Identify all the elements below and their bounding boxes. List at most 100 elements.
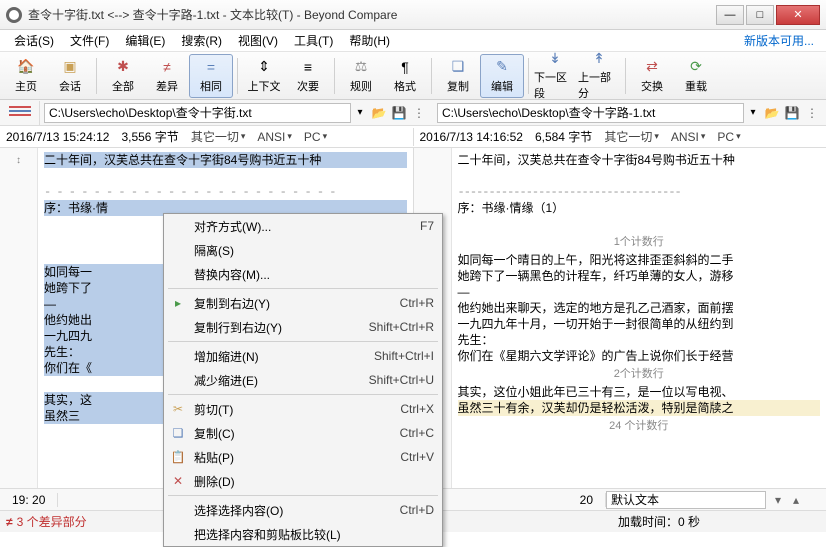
tool-minor[interactable]: ≡ 次要 [286, 54, 330, 98]
menu-help[interactable]: 帮助(H) [341, 30, 398, 51]
tool-next-section[interactable]: ↡下一区段 [533, 54, 577, 98]
compare-tab[interactable] [0, 101, 40, 125]
section-label: 1个计数行 [458, 232, 821, 252]
left-ansi-drop[interactable]: ANSI [257, 130, 292, 144]
cm-label: 复制到右边(Y) [194, 295, 270, 312]
menu-view[interactable]: 视图(V) [230, 30, 286, 51]
tool-same[interactable]: =相同 [189, 54, 233, 98]
menu-file[interactable]: 文件(F) [62, 30, 117, 51]
pathbar: C:\Users\echo\Desktop\查令十字街.txt ▾ 📂 💾 ⋮ … [0, 100, 826, 126]
window-title: 查令十字街.txt <--> 查令十字路-1.txt - 文本比较(T) - B… [28, 6, 716, 23]
tool-prev-section[interactable]: ↟上一部分 [577, 54, 621, 98]
tool-swap-label: 交换 [641, 78, 663, 94]
line: 二十年间，汉芙总共在查令十字街84号购书近五十种 [458, 152, 821, 168]
tool-same-label: 相同 [200, 78, 222, 94]
menu-search[interactable]: 搜索(R) [173, 30, 230, 51]
cm-copy[interactable]: ❏复制(C)Ctrl+C [164, 421, 442, 445]
cm-dec-indent[interactable]: 减少缩进(E)Shift+Ctrl+U [164, 368, 442, 392]
delete-icon: ✕ [170, 473, 186, 489]
tool-rules[interactable]: ⚖ 规则 [339, 54, 383, 98]
line: 序：书缘·情缘（1） [458, 200, 821, 216]
close-button[interactable]: ✕ [776, 5, 820, 25]
all-icon: ✱ [114, 58, 132, 76]
menu-edit[interactable]: 编辑(E) [117, 30, 173, 51]
tool-prev-label: 上一部分 [578, 69, 620, 101]
cm-copy-right[interactable]: ▸复制到右边(Y)Ctrl+R [164, 291, 442, 315]
cm-label: 替换内容(M)... [194, 266, 270, 283]
rules-icon: ⚖ [352, 58, 370, 76]
menu-session[interactable]: 会话(S) [6, 30, 62, 51]
maximize-button[interactable]: □ [746, 5, 774, 25]
cm-label: 减少缩进(E) [194, 372, 258, 389]
line: 虽然三十有余，汉芙却仍是轻松活泼，特别是简牍之 [458, 400, 821, 416]
cm-replace[interactable]: 替换内容(M)... [164, 262, 442, 286]
left-path-field[interactable]: C:\Users\echo\Desktop\查令十字街.txt [44, 103, 351, 123]
right-ansi-drop[interactable]: ANSI [671, 130, 706, 144]
next-icon: ↡ [546, 50, 564, 67]
minor-icon: ≡ [299, 58, 317, 76]
cm-select[interactable]: 选择选择内容(O)Ctrl+D [164, 498, 442, 522]
right-pc-drop[interactable]: PC [717, 130, 740, 144]
copy-icon: ❏ [449, 58, 467, 76]
right-misc-drop[interactable]: 其它一切 [604, 128, 659, 145]
window-controls: — □ ✕ [716, 5, 820, 25]
minimize-button[interactable]: — [716, 5, 744, 25]
tool-copy[interactable]: ❏复制 [436, 54, 480, 98]
open-left-icon[interactable]: 📂 [371, 105, 387, 121]
hist-right-icon[interactable]: ⋮ [804, 105, 820, 121]
nav-up-icon[interactable]: ▴ [788, 492, 804, 508]
tool-format[interactable]: ¶格式 [383, 54, 427, 98]
line: 你们在《星期六文学评论》的广告上说你们长于经营 [458, 348, 821, 364]
line: 二十年间，汉芙总共在查令十字街84号购书近五十种 [44, 152, 407, 168]
left-misc-drop[interactable]: 其它一切 [191, 128, 246, 145]
cm-label: 粘贴(P) [194, 449, 234, 466]
cm-compare-clip[interactable]: 把选择内容和剪贴板比较(L) [164, 522, 442, 546]
scissors-icon: ✂ [170, 401, 186, 417]
right-pane[interactable]: 二十年间，汉芙总共在查令十字街84号购书近五十种 ---------------… [414, 148, 826, 494]
left-cursor-pos: 19: 20 [0, 493, 58, 507]
tool-context-label: 上下文 [248, 78, 281, 94]
left-pc-drop[interactable]: PC [304, 130, 327, 144]
right-path-field[interactable]: C:\Users\echo\Desktop\查令十字路-1.txt [437, 103, 744, 123]
cm-cut[interactable]: ✂剪切(T)Ctrl+X [164, 397, 442, 421]
cm-add-indent[interactable]: 增加缩进(N)Shift+Ctrl+I [164, 344, 442, 368]
tool-edit[interactable]: ✎编辑 [480, 54, 524, 98]
tool-format-label: 格式 [394, 78, 416, 94]
tool-reload[interactable]: ⟳重载 [674, 54, 718, 98]
tool-edit-label: 编辑 [491, 78, 513, 94]
sep-line: ------------------------------------ [458, 184, 821, 200]
right-date: 2016/7/13 14:16:52 [420, 130, 523, 144]
cm-paste[interactable]: 📋粘贴(P)Ctrl+V [164, 445, 442, 469]
cm-copy-line-right[interactable]: 复制行到右边(Y)Shift+Ctrl+R [164, 315, 442, 339]
tool-rules-label: 规则 [350, 78, 372, 94]
cm-label: 隔离(S) [194, 242, 234, 259]
right-text[interactable]: 二十年间，汉芙总共在查令十字街84号购书近五十种 ---------------… [452, 148, 826, 494]
menu-tools[interactable]: 工具(T) [286, 30, 341, 51]
tool-swap[interactable]: ⇄ 交换 [630, 54, 674, 98]
tool-all[interactable]: ✱全部 [101, 54, 145, 98]
reload-icon: ⟳ [687, 58, 705, 76]
left-date: 2016/7/13 15:24:12 [6, 130, 109, 144]
swap-icon: ⇄ [643, 58, 661, 76]
update-link[interactable]: 新版本可用... [744, 32, 820, 49]
diff-icon: ≠ [158, 58, 176, 76]
open-right-icon[interactable]: 📂 [764, 105, 780, 121]
save-right-icon[interactable]: 💾 [784, 105, 800, 121]
tool-context[interactable]: ⇕ 上下文 [242, 54, 286, 98]
context-icon: ⇕ [255, 58, 273, 76]
cm-align[interactable]: 对齐方式(W)...F7 [164, 214, 442, 238]
cm-label: 复制行到右边(Y) [194, 319, 282, 336]
line: — [458, 284, 821, 300]
cm-label: 选择选择内容(O) [194, 502, 283, 519]
hist-left-icon[interactable]: ⋮ [411, 105, 427, 121]
save-left-icon[interactable]: 💾 [391, 105, 407, 121]
tool-session[interactable]: ▣会话 [48, 54, 92, 98]
nav-down-icon[interactable]: ▾ [770, 492, 786, 508]
cm-isolate[interactable]: 隔离(S) [164, 238, 442, 262]
default-text-input[interactable] [606, 491, 766, 509]
tool-minor-label: 次要 [297, 78, 319, 94]
tool-diff[interactable]: ≠差异 [145, 54, 189, 98]
tool-home[interactable]: 🏠主页 [4, 54, 48, 98]
line: 她跨下了一辆黑色的计程车，纤巧单薄的女人，游移 [458, 268, 821, 284]
cm-delete[interactable]: ✕删除(D) [164, 469, 442, 493]
